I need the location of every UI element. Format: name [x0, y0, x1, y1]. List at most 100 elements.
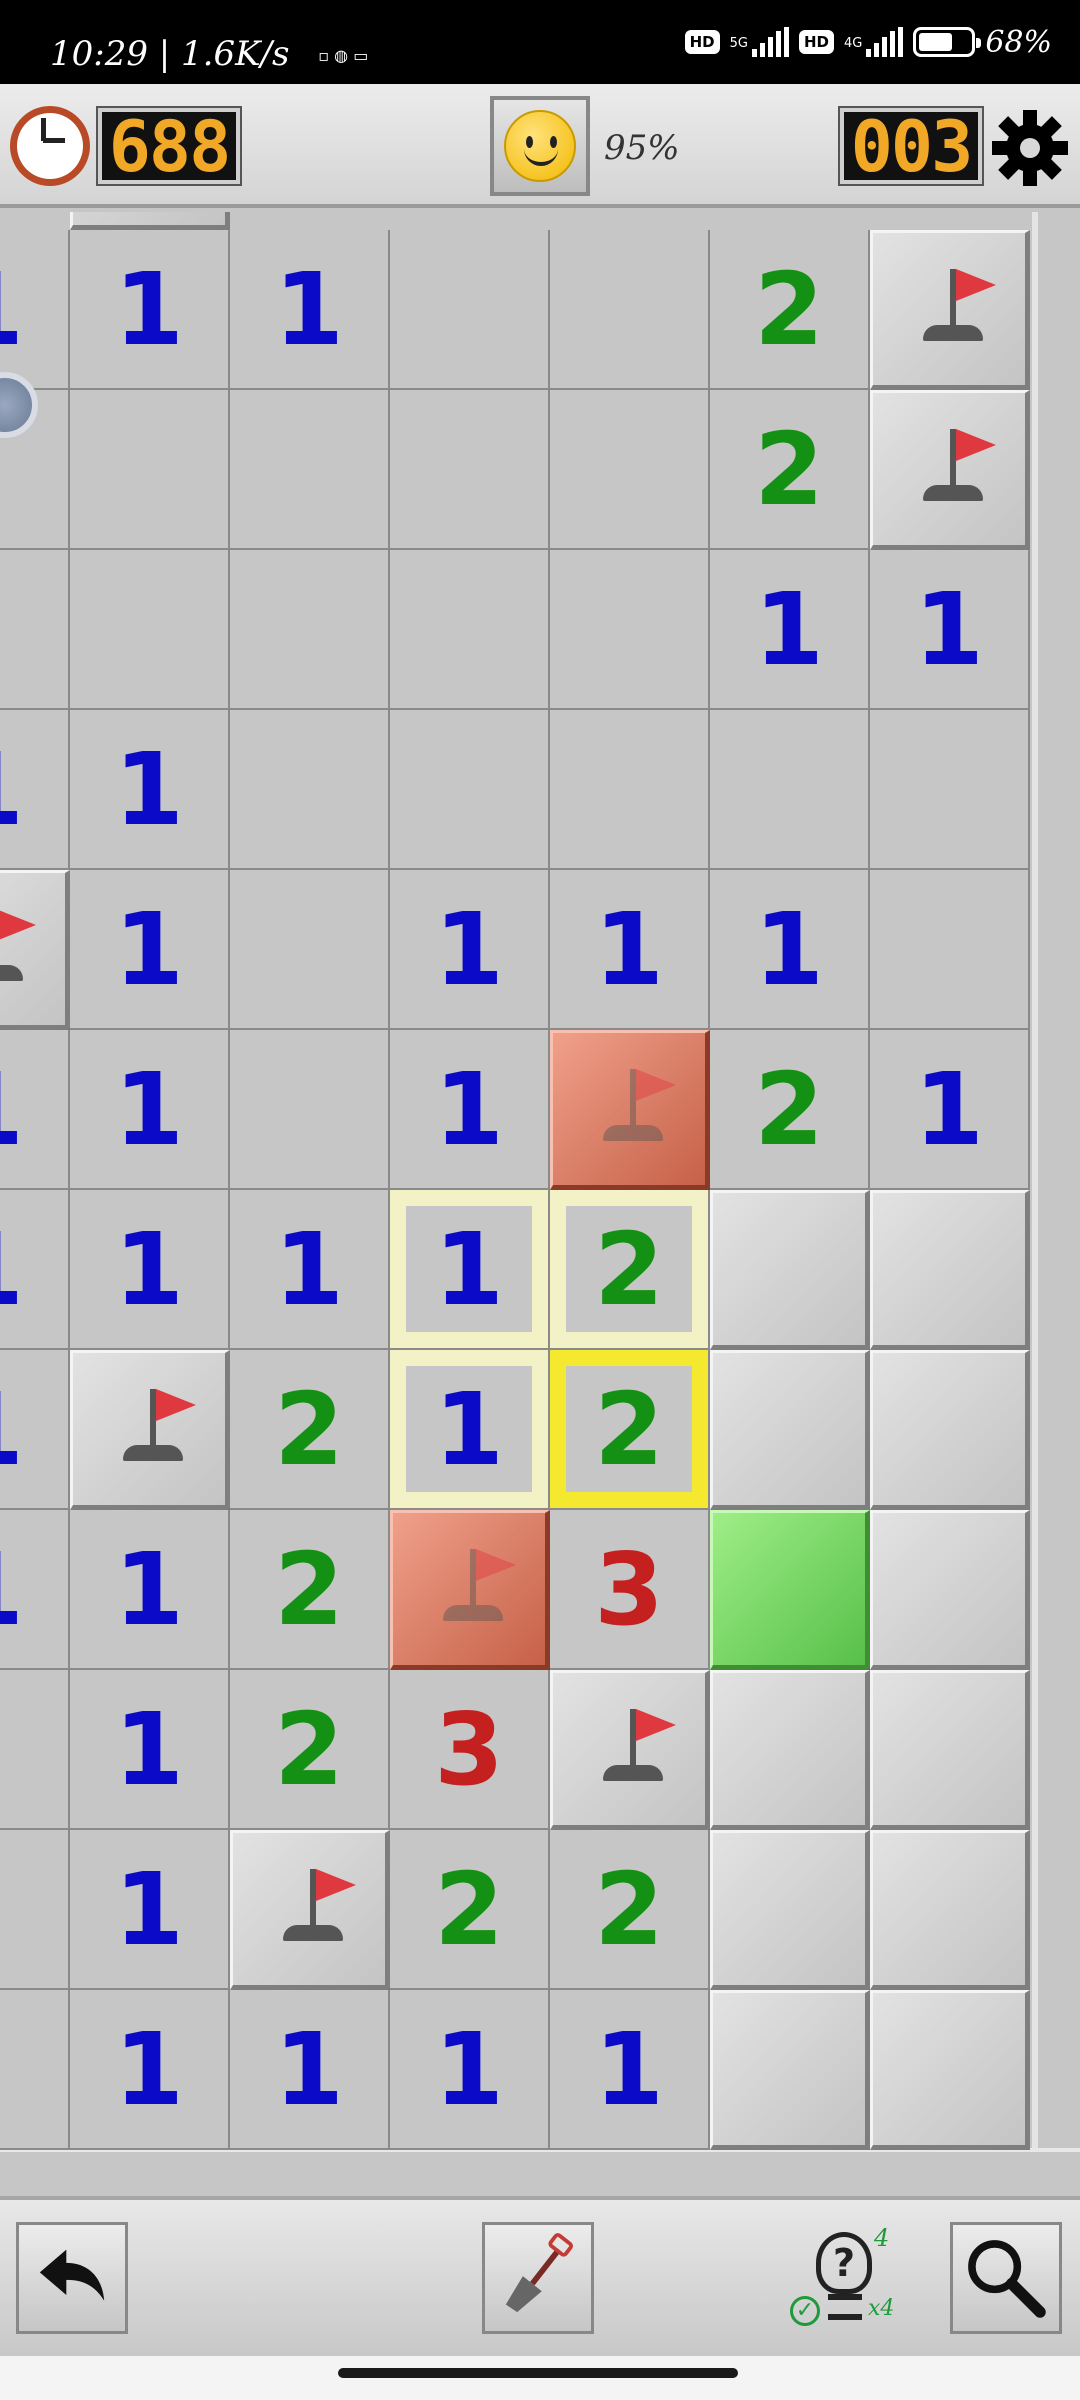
empty-cell[interactable]: [870, 870, 1030, 1030]
number-cell[interactable]: 2: [710, 1030, 870, 1190]
empty-cell[interactable]: [550, 550, 710, 710]
home-gesture-handle[interactable]: [338, 2368, 738, 2378]
number-cell[interactable]: 1: [230, 230, 390, 390]
empty-cell[interactable]: [390, 390, 550, 550]
wrong-flag-cell[interactable]: [550, 1030, 710, 1190]
flagged-cell[interactable]: [0, 870, 70, 1030]
number-cell[interactable]: 1: [70, 1830, 230, 1990]
number-cell[interactable]: 2: [550, 1190, 710, 1350]
number-cell[interactable]: 2: [390, 1830, 550, 1990]
number-cell[interactable]: 2: [230, 1350, 390, 1510]
empty-cell[interactable]: [390, 230, 550, 390]
covered-cell[interactable]: [870, 1510, 1030, 1670]
minefield-board[interactable]: 1112211111111111211111212121123123122111…: [0, 212, 1080, 2152]
cell-number: 1: [434, 1370, 504, 1488]
cell-number: 2: [754, 410, 824, 528]
covered-cell[interactable]: [710, 1990, 870, 2150]
empty-cell[interactable]: [230, 1030, 390, 1190]
cell-number: 1: [0, 1510, 68, 1668]
number-cell[interactable]: 1: [390, 870, 550, 1030]
covered-cell[interactable]: [870, 1830, 1030, 1990]
number-cell[interactable]: 1: [0, 710, 70, 870]
number-cell[interactable]: 2: [230, 1670, 390, 1830]
wrong-flag-cell[interactable]: [390, 1510, 550, 1670]
number-cell[interactable]: 1: [70, 870, 230, 1030]
covered-cell[interactable]: [710, 1350, 870, 1510]
number-cell[interactable]: 2: [710, 390, 870, 550]
covered-cell[interactable]: [710, 1670, 870, 1830]
empty-cell[interactable]: [0, 550, 70, 710]
cell-number: 1: [114, 1850, 184, 1968]
hint-bulb-base: [828, 2294, 862, 2320]
number-cell[interactable]: 1: [230, 1190, 390, 1350]
empty-cell[interactable]: [70, 550, 230, 710]
gear-icon[interactable]: [990, 108, 1070, 188]
number-cell[interactable]: 1: [0, 1030, 70, 1190]
number-cell[interactable]: 1: [70, 1030, 230, 1190]
number-cell[interactable]: 1: [70, 1670, 230, 1830]
number-cell[interactable]: 3: [390, 1670, 550, 1830]
covered-cell[interactable]: [710, 1830, 870, 1990]
number-cell[interactable]: 1: [70, 1510, 230, 1670]
empty-cell[interactable]: [0, 1670, 70, 1830]
number-cell[interactable]: 1: [0, 1510, 70, 1670]
empty-cell[interactable]: [230, 550, 390, 710]
empty-cell[interactable]: [0, 1990, 70, 2150]
covered-cell[interactable]: [870, 1350, 1030, 1510]
number-cell[interactable]: 1: [70, 710, 230, 870]
empty-cell[interactable]: [230, 870, 390, 1030]
covered-cell[interactable]: [870, 1670, 1030, 1830]
number-cell[interactable]: 1: [70, 1190, 230, 1350]
covered-cell[interactable]: [70, 212, 230, 230]
hint-count-top: 4: [874, 2224, 890, 2252]
number-cell[interactable]: 2: [550, 1350, 710, 1510]
number-cell[interactable]: 1: [870, 550, 1030, 710]
flagged-cell[interactable]: [550, 1670, 710, 1830]
number-cell[interactable]: 1: [0, 1190, 70, 1350]
zoom-button[interactable]: [950, 2222, 1062, 2334]
undo-button[interactable]: [16, 2222, 128, 2334]
flagged-cell[interactable]: [870, 390, 1030, 550]
safe-hint-cell[interactable]: [710, 1510, 870, 1670]
number-cell[interactable]: 2: [230, 1510, 390, 1670]
board-right-edge: [1032, 212, 1080, 2152]
empty-cell[interactable]: [230, 390, 390, 550]
number-cell[interactable]: 1: [390, 1030, 550, 1190]
number-cell[interactable]: 1: [0, 1350, 70, 1510]
empty-cell[interactable]: [230, 710, 390, 870]
flagged-cell[interactable]: [230, 1830, 390, 1990]
covered-cell[interactable]: [710, 1190, 870, 1350]
number-cell[interactable]: 1: [710, 550, 870, 710]
number-cell[interactable]: 1: [390, 1350, 550, 1510]
number-cell[interactable]: 1: [390, 1190, 550, 1350]
flagged-cell[interactable]: [870, 230, 1030, 390]
covered-cell[interactable]: [870, 1190, 1030, 1350]
number-cell[interactable]: 1: [550, 1990, 710, 2150]
flagged-cell[interactable]: [70, 1350, 230, 1510]
number-cell[interactable]: 1: [390, 1990, 550, 2150]
empty-cell[interactable]: [550, 390, 710, 550]
empty-cell[interactable]: [70, 390, 230, 550]
status-right: HD 5G HD 4G 68%: [684, 0, 1052, 84]
empty-cell[interactable]: [550, 230, 710, 390]
number-cell[interactable]: 1: [230, 1990, 390, 2150]
dig-mode-button[interactable]: [482, 2222, 594, 2334]
covered-cell[interactable]: [870, 1990, 1030, 2150]
hint-button[interactable]: ? ✓ 4 x4: [790, 2224, 900, 2336]
number-cell[interactable]: 3: [550, 1510, 710, 1670]
empty-cell[interactable]: [550, 710, 710, 870]
empty-cell[interactable]: [390, 550, 550, 710]
empty-cell[interactable]: [0, 1830, 70, 1990]
number-cell[interactable]: 2: [710, 230, 870, 390]
number-cell[interactable]: 1: [70, 230, 230, 390]
empty-cell[interactable]: [870, 710, 1030, 870]
number-cell[interactable]: 1: [70, 1990, 230, 2150]
number-cell[interactable]: 1: [0, 230, 70, 390]
number-cell[interactable]: 1: [870, 1030, 1030, 1190]
empty-cell[interactable]: [390, 710, 550, 870]
number-cell[interactable]: 2: [550, 1830, 710, 1990]
empty-cell[interactable]: [710, 710, 870, 870]
number-cell[interactable]: 1: [710, 870, 870, 1030]
number-cell[interactable]: 1: [550, 870, 710, 1030]
new-game-button[interactable]: [490, 96, 590, 196]
